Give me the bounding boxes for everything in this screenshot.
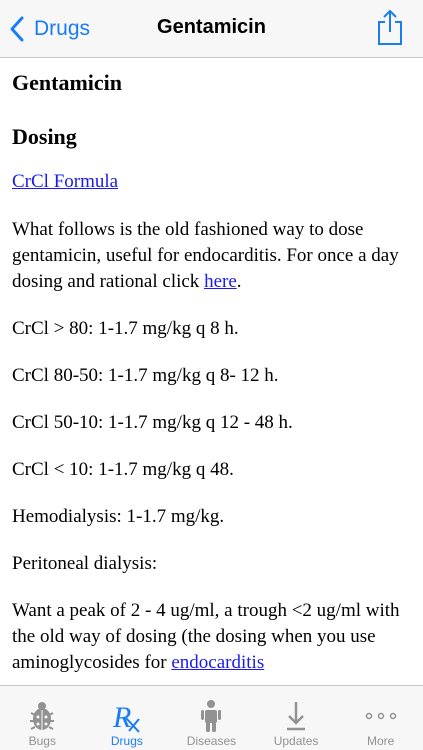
navigation-bar: Drugs Gentamicin	[0, 0, 423, 58]
download-arrow-icon	[276, 698, 316, 734]
tab-updates[interactable]: Updates	[254, 686, 339, 750]
tab-more-label: More	[367, 734, 395, 748]
intro-paragraph: What follows is the old fashioned way to…	[12, 217, 412, 295]
tab-diseases[interactable]: Diseases	[169, 686, 254, 750]
page-title: Gentamicin	[157, 16, 266, 38]
rx-icon: R	[107, 698, 147, 734]
more-dots-icon	[361, 698, 401, 734]
crcl-link-paragraph: CrCl Formula	[12, 169, 412, 195]
tab-drugs-label: Drugs	[110, 734, 143, 748]
share-icon	[378, 9, 402, 45]
dose-crcl-80-50: CrCl 80-50: 1-1.7 mg/kg q 8- 12 h.	[12, 365, 279, 386]
svg-text:R: R	[112, 701, 131, 734]
section-heading: Dosing	[12, 124, 77, 149]
dose-crcl-over-80: CrCl > 80: 1-1.7 mg/kg q 8 h.	[12, 318, 239, 339]
drug-heading: Gentamicin	[12, 70, 122, 95]
dose-crcl-50-10: CrCl 50-10: 1-1.7 mg/kg q 12 - 48 h.	[12, 412, 293, 433]
tab-more[interactable]: More	[338, 686, 423, 750]
tab-drugs[interactable]: R Drugs	[85, 686, 170, 750]
person-icon	[191, 698, 231, 734]
tab-diseases-label: Diseases	[186, 734, 237, 748]
dose-hemodialysis: Hemodialysis: 1-1.7 mg/kg.	[12, 506, 225, 527]
tab-bugs[interactable]: Bugs	[0, 686, 85, 750]
here-link[interactable]: here	[204, 271, 237, 292]
tab-bugs-label: Bugs	[28, 734, 56, 748]
tab-updates-label: Updates	[273, 734, 319, 748]
share-button[interactable]	[375, 8, 405, 46]
drug-content: Gentamicin Dosing CrCl Formula What foll…	[12, 58, 412, 685]
bug-icon	[22, 698, 62, 734]
dose-crcl-under-10: CrCl < 10: 1-1.7 mg/kg q 48.	[12, 459, 234, 480]
crcl-formula-link[interactable]: CrCl Formula	[12, 171, 118, 192]
dose-peritoneal-dialysis: Peritoneal dialysis:	[12, 553, 158, 574]
intro-end: .	[236, 271, 242, 292]
tab-bar: Bugs R Drugs Diseases Updates More	[0, 685, 423, 750]
endocarditis-link[interactable]: endocarditis	[171, 652, 264, 673]
peak-trough-paragraph: Want a peak of 2 - 4 ug/ml, a trough <2 …	[12, 598, 412, 676]
